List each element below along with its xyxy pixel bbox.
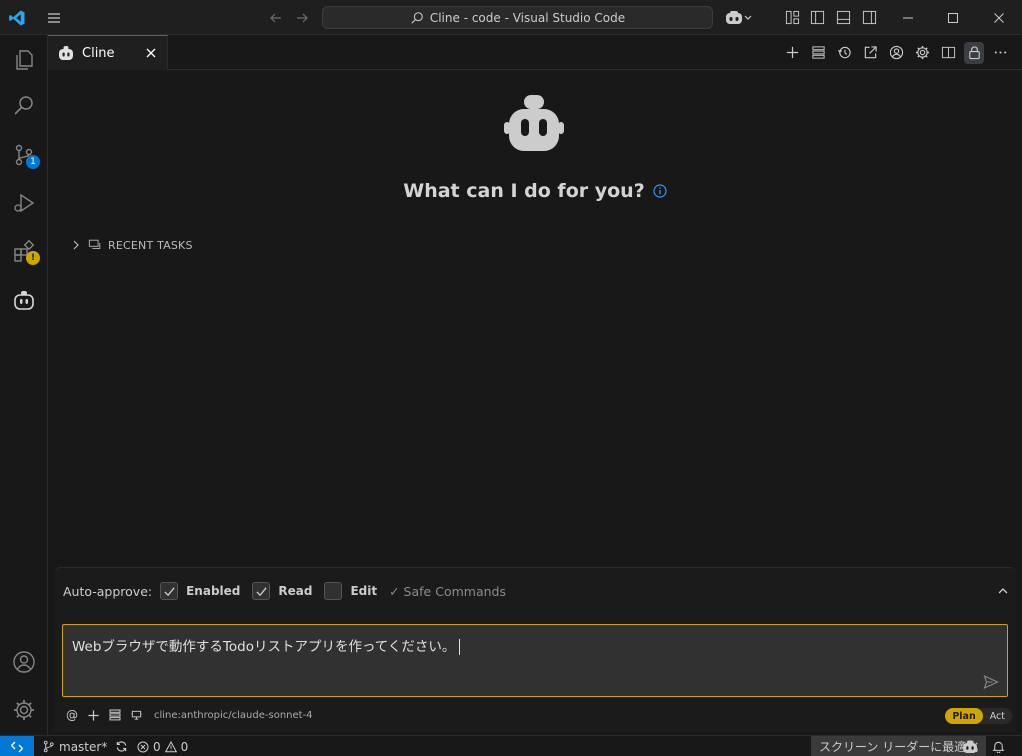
edit-checkbox[interactable]: [324, 582, 343, 600]
chevron-up-icon[interactable]: [994, 582, 1012, 600]
copilot-icon: [726, 10, 752, 24]
extensions-icon[interactable]: !: [0, 229, 48, 273]
close-tab-icon[interactable]: [143, 45, 159, 61]
search-icon: [411, 11, 423, 24]
mcp-servers-icon[interactable]: [808, 42, 828, 64]
welcome-text: What can I do for you?: [403, 180, 645, 202]
search-view-icon[interactable]: [0, 84, 48, 128]
manage-gear-icon[interactable]: [0, 688, 48, 732]
explorer-icon[interactable]: [0, 38, 48, 82]
forward-arrow-icon[interactable]: [292, 0, 312, 35]
problems-status[interactable]: 0 0: [137, 736, 188, 756]
tab-cline[interactable]: Cline: [48, 35, 168, 70]
add-files-plus-icon[interactable]: [87, 709, 100, 722]
text-caret: [459, 639, 461, 655]
read-checkbox[interactable]: [252, 582, 271, 600]
act-mode-button[interactable]: Act: [983, 708, 1012, 724]
run-debug-icon[interactable]: [0, 181, 48, 225]
check-icon: [256, 586, 267, 596]
scm-count-badge: 1: [26, 155, 40, 169]
model-selector[interactable]: cline:anthropic/claude-sonnet-4: [154, 710, 313, 721]
error-count: 0: [153, 739, 161, 754]
editor-tab-bar: Cline: [48, 35, 1022, 70]
branch-status[interactable]: master*: [42, 736, 128, 756]
minimize-icon[interactable]: [893, 0, 923, 35]
enabled-checkbox[interactable]: [160, 582, 179, 600]
close-window-icon[interactable]: [984, 0, 1014, 35]
vscode-logo-icon: [6, 0, 28, 35]
toggle-secondary-sidebar-icon[interactable]: [859, 0, 879, 35]
plan-act-toggle[interactable]: Plan Act: [945, 708, 1012, 724]
task-input-text: Webブラウザで動作するTodoリストアプリを作ってください。: [72, 639, 456, 655]
chat-area: Auto-approve: Enabled Read Edit ✓ Safe C…: [54, 567, 1016, 732]
task-input[interactable]: Webブラウザで動作するTodoリストアプリを作ってください。: [62, 624, 1008, 697]
welcome-heading: What can I do for you?: [48, 180, 1022, 202]
mcp-server-icon[interactable]: [109, 709, 121, 721]
command-center[interactable]: Cline - code - Visual Studio Code: [322, 6, 713, 29]
copilot-menu-button[interactable]: [722, 0, 756, 35]
copilot-status-icon[interactable]: [962, 736, 978, 756]
chat-toolbar: @ cline:anthropic/claude-sonnet-4: [66, 708, 313, 722]
cline-tab-icon: [59, 46, 73, 60]
back-arrow-icon[interactable]: [266, 0, 286, 35]
maximize-icon[interactable]: [938, 0, 968, 35]
source-control-icon[interactable]: 1: [0, 133, 48, 177]
git-branch-icon: [43, 740, 54, 753]
activity-bar: 1 !: [0, 35, 48, 735]
cline-sidebar-icon[interactable]: [0, 278, 48, 322]
auto-approve-label: Auto-approve:: [63, 583, 153, 599]
send-icon[interactable]: [983, 674, 999, 690]
status-bar: master* 0 0 スクリーン リーダーに最適化: [0, 735, 1022, 756]
model-selector-icon[interactable]: [130, 709, 143, 722]
cline-toolbar: [782, 35, 1010, 70]
remote-indicator-icon[interactable]: [0, 736, 34, 756]
warning-icon: [164, 740, 177, 752]
account-icon[interactable]: [0, 640, 48, 684]
notifications-bell-icon[interactable]: [992, 736, 1005, 756]
command-center-text: Cline - code - Visual Studio Code: [429, 10, 626, 25]
history-icon[interactable]: [834, 42, 854, 64]
tab-label: Cline: [82, 45, 115, 61]
comments-icon: [88, 239, 101, 249]
edit-label: Edit: [350, 584, 378, 598]
title-bar: Cline - code - Visual Studio Code: [0, 0, 1022, 35]
warning-count: 0: [180, 739, 189, 754]
account-circle-icon[interactable]: [886, 42, 906, 64]
auto-approve-bar: Auto-approve: Enabled Read Edit ✓ Safe C…: [63, 582, 506, 600]
settings-gear-icon[interactable]: [912, 42, 932, 64]
enabled-label: Enabled: [186, 584, 241, 598]
recent-tasks-label: RECENT TASKS: [108, 238, 193, 252]
info-icon[interactable]: [653, 184, 667, 198]
split-editor-icon[interactable]: [938, 42, 958, 64]
chevron-right-icon: [73, 240, 79, 250]
plan-mode-button[interactable]: Plan: [945, 708, 983, 724]
mention-at-button[interactable]: @: [66, 708, 78, 722]
more-actions-icon[interactable]: [990, 42, 1010, 64]
branch-name: master*: [59, 739, 108, 754]
error-icon: [137, 741, 149, 752]
cline-robot-icon: [504, 95, 564, 151]
recent-tasks-toggle[interactable]: RECENT TASKS: [70, 238, 193, 252]
new-task-plus-icon[interactable]: [782, 42, 802, 64]
menu-icon[interactable]: [42, 0, 66, 35]
lock-icon[interactable]: [964, 41, 984, 64]
sync-icon[interactable]: [115, 740, 128, 753]
screen-reader-status[interactable]: スクリーン リーダーに最適化: [811, 736, 987, 756]
cline-view: What can I do for you? RECENT TASKS Auto…: [48, 70, 1022, 735]
read-label: Read: [278, 584, 313, 598]
toggle-panel-icon[interactable]: [833, 0, 853, 35]
customize-layout-icon[interactable]: [782, 0, 802, 35]
safe-commands-label[interactable]: ✓ Safe Commands: [389, 584, 506, 599]
open-in-editor-icon[interactable]: [860, 42, 880, 64]
extensions-warning-badge: !: [26, 251, 40, 265]
check-icon: [164, 586, 175, 596]
toggle-primary-sidebar-icon[interactable]: [807, 0, 827, 35]
